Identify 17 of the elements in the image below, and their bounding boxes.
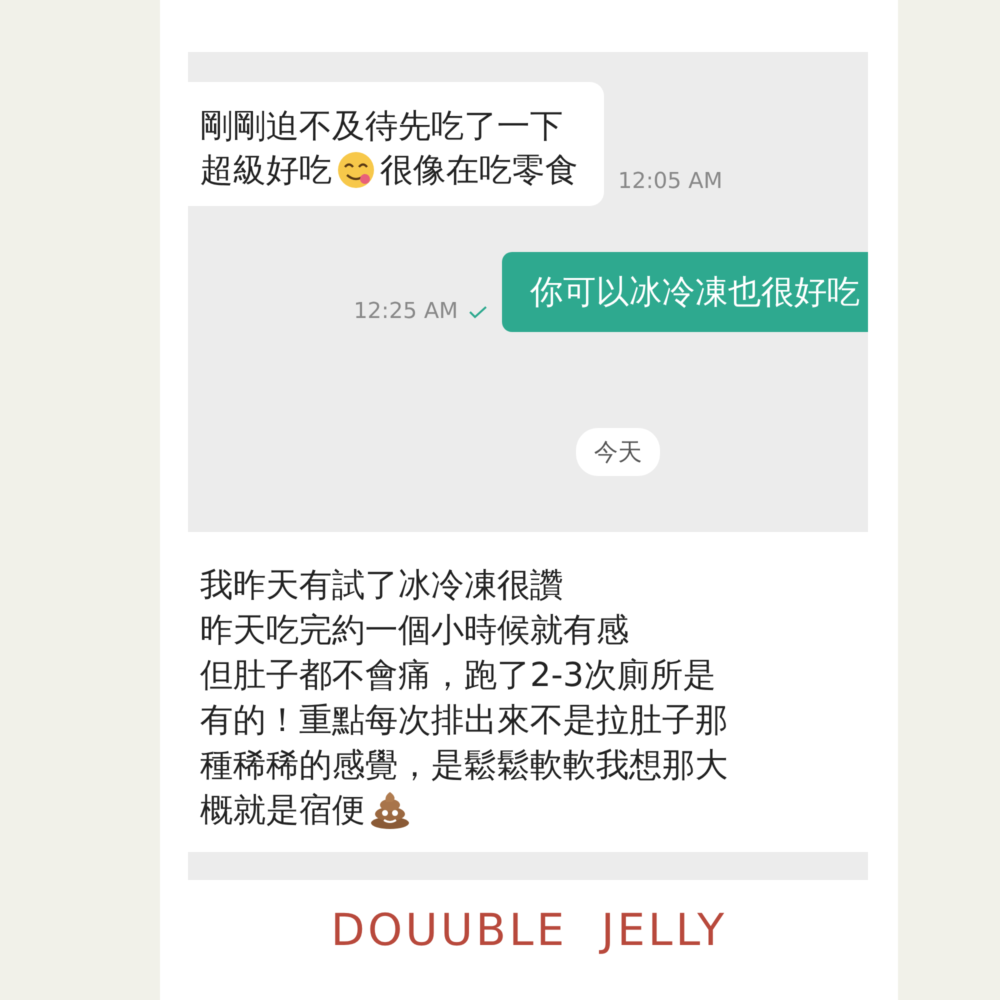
message-text: 種稀稀的感覺，是鬆鬆軟軟我想那大 <box>200 744 728 786</box>
message-text: 很像在吃零食 <box>380 149 578 191</box>
message-text: 有的！重點每次排出來不是拉肚子那 <box>200 699 728 741</box>
check-icon <box>468 304 488 318</box>
message-text: 我昨天有試了冰冷凍很讚 <box>200 564 563 606</box>
message-text: 概就是宿便 <box>200 789 365 831</box>
message-text: 昨天吃完約一個小時候就有感 <box>200 609 629 651</box>
message-text: 剛剛迫不及待先吃了一下 <box>200 105 563 147</box>
message-time: 12:05 AM <box>618 169 722 194</box>
poop-icon <box>369 790 411 830</box>
smiling-face-icon <box>336 150 376 190</box>
message-text: 超級好吃 <box>200 149 332 191</box>
message-text: 你可以冰冷凍也很好吃 <box>530 271 860 313</box>
brand-name: DOUUBLE JELLY <box>330 904 728 956</box>
date-divider: 今天 <box>576 428 660 476</box>
message-text: 但肚子都不會痛，跑了2-3次廁所是 <box>200 654 716 696</box>
message-time: 12:25 AM <box>354 299 458 324</box>
